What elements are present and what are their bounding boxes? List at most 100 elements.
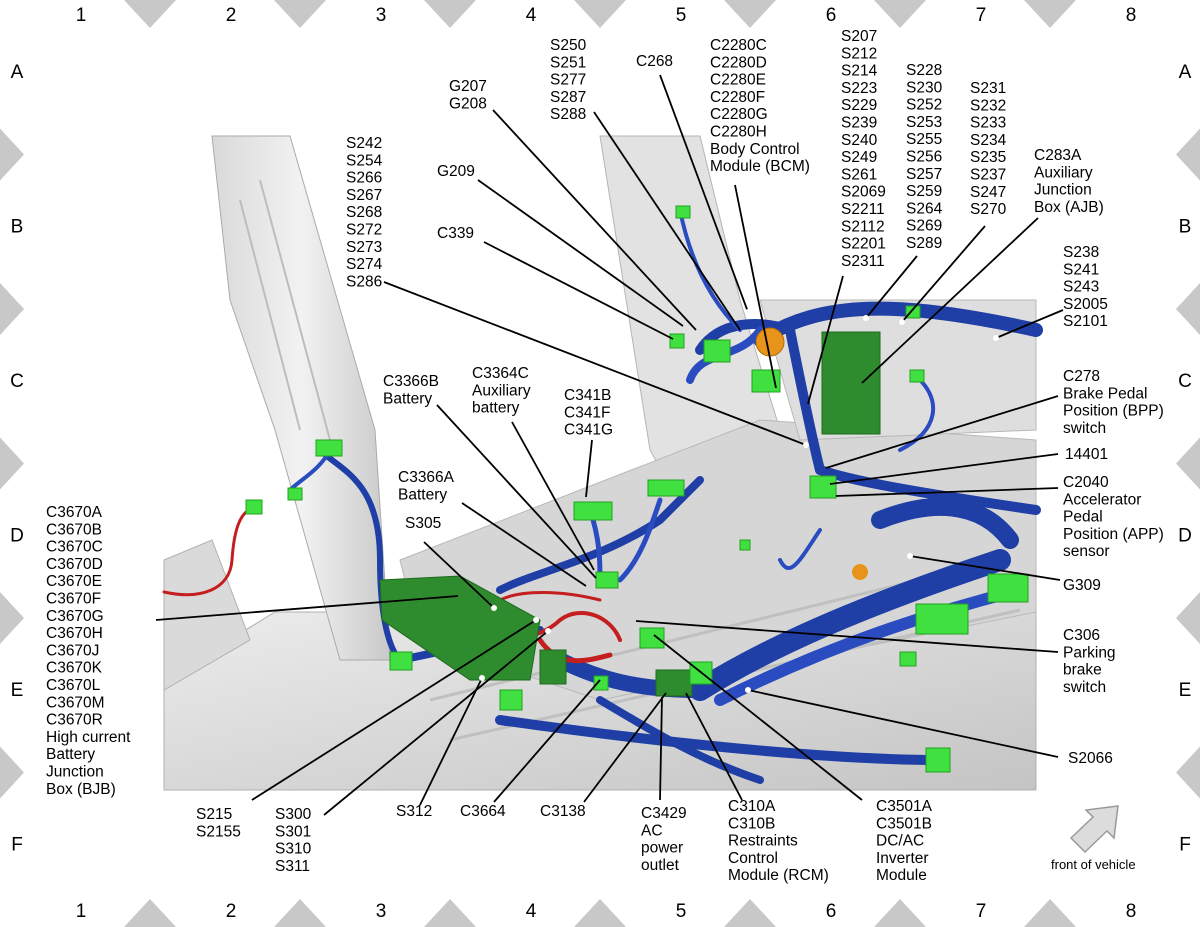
- callout-line: Junction: [1034, 182, 1092, 199]
- grid-divider-marker: [0, 437, 24, 490]
- callout-line: S266: [346, 170, 382, 187]
- callout-line: Junction: [46, 764, 104, 781]
- callout-s250-group: S250 S251 S277 S287 S288: [550, 37, 587, 123]
- callout-line: brake: [1063, 662, 1102, 679]
- callout-line: G209: [437, 163, 475, 180]
- callout-c3664: C3664: [460, 803, 506, 820]
- callout-line: Brake Pedal: [1063, 385, 1147, 402]
- callout-line: Module (RCM): [728, 867, 829, 884]
- callout-line: S287: [550, 89, 586, 106]
- grid-divider-marker: [574, 899, 626, 927]
- callout-c339: C339: [437, 225, 474, 242]
- callout-g209: G209: [437, 163, 475, 180]
- callout-line: C3670A: [46, 504, 103, 521]
- callout-line: G207: [449, 78, 487, 95]
- callout-s207-group: S207 S212 S214 S223 S229 S239 S240 S249 S261 S206…: [841, 28, 886, 270]
- callout-line: S249: [841, 149, 877, 166]
- callout-line: C2280G: [710, 106, 768, 123]
- callout-line: S255: [906, 131, 942, 148]
- grid-row-label: F: [1179, 835, 1191, 856]
- callout-line: S228: [906, 62, 942, 79]
- callout-g207-group: G207 G208: [449, 78, 487, 112]
- callout-line: C2280C: [710, 37, 767, 54]
- callout-line: S230: [906, 79, 943, 96]
- callout-line: S241: [1063, 261, 1099, 278]
- grid-divider-marker: [124, 0, 176, 28]
- callout-line: C3670G: [46, 608, 104, 625]
- callout-line: power: [641, 840, 683, 857]
- callout-line: C3664: [460, 803, 506, 820]
- callout-line: S2311: [841, 253, 885, 270]
- grid-column-label: 6: [826, 5, 837, 26]
- grid-divider-marker: [1176, 283, 1200, 335]
- callout-line: C310A: [728, 798, 776, 815]
- callout-line: C2280E: [710, 72, 766, 89]
- callout-line: S256: [906, 149, 942, 166]
- callout-line: S250: [550, 37, 587, 54]
- callout-line: S2112: [841, 218, 885, 235]
- callout-line: S233: [970, 115, 1006, 132]
- grid-divider-marker: [1176, 437, 1200, 490]
- callout-line: DC/AC: [876, 833, 924, 850]
- callout-line: Parking: [1063, 644, 1116, 661]
- callout-line: battery: [472, 400, 520, 417]
- callout-line: S300: [275, 806, 312, 823]
- callout-line: 14401: [1065, 446, 1108, 463]
- grid-divider-marker: [1176, 592, 1200, 644]
- callout-line: S235: [970, 149, 1006, 166]
- callout-line: S239: [841, 115, 877, 132]
- callout-line: S252: [906, 97, 942, 114]
- callout-line: C3429: [641, 805, 687, 822]
- callout-line: S312: [396, 803, 432, 820]
- callout-line: S223: [841, 80, 877, 97]
- callout-s215-group: S215 S2155: [196, 806, 241, 840]
- callout-line: Accelerator: [1063, 491, 1141, 508]
- callout-line: S259: [906, 183, 942, 200]
- grid-divider-marker: [424, 0, 476, 28]
- grid-divider-marker: [274, 899, 326, 927]
- callout-bcm-group: C2280C C2280D C2280E C2280F C2280G C2280H Body…: [710, 37, 810, 175]
- callout-s305: S305: [405, 515, 441, 532]
- callout-line: C341G: [564, 422, 613, 439]
- callout-line: C283A: [1034, 147, 1082, 164]
- callout-line: S289: [906, 235, 942, 252]
- grid-divider-marker: [724, 899, 776, 927]
- callout-line: S311: [275, 858, 310, 875]
- callout-line: G309: [1063, 577, 1101, 594]
- callout-line: S243: [1063, 279, 1099, 296]
- grid-column-label: 4: [526, 5, 537, 26]
- callout-line: C3670H: [46, 625, 103, 642]
- callout-line: S2005: [1063, 296, 1108, 313]
- front-of-vehicle-indicator: front of vehicle: [1051, 805, 1136, 872]
- callout-line: C3670M: [46, 694, 105, 711]
- callout-line: S274: [346, 256, 383, 273]
- grid-row-label: B: [11, 217, 24, 238]
- grid-column-label: 3: [376, 5, 387, 26]
- callout-line: C3670K: [46, 660, 103, 677]
- callout-line: Box (BJB): [46, 781, 116, 798]
- grid-row-label: C: [10, 371, 24, 392]
- callout-line: Battery: [398, 486, 447, 503]
- callout-s238-group: S238 S241 S243 S2005 S2101: [1063, 244, 1108, 330]
- callout-line: S251: [550, 54, 586, 71]
- callout-bjb-group: C3670A C3670B C3670C C3670D C3670E C3670F C367…: [46, 504, 131, 798]
- callout-c3366b-group: C3366B Battery: [383, 373, 439, 407]
- callout-line: G208: [449, 95, 487, 112]
- grid-divider-marker: [1024, 0, 1076, 28]
- callout-line: Battery: [46, 746, 95, 763]
- callout-line: S242: [346, 135, 382, 152]
- callout-c3364c-group: C3364C Auxiliary battery: [472, 365, 531, 417]
- callout-line: S253: [906, 114, 942, 131]
- callout-line: S215: [196, 806, 232, 823]
- callout-c3366a-group: C3366A Battery: [398, 469, 455, 503]
- callout-line: C3670L: [46, 677, 101, 694]
- grid-column-label: 5: [676, 901, 687, 922]
- callout-line: Body Control: [710, 141, 800, 158]
- grid-divider-marker: [0, 128, 24, 181]
- grid-divider-marker: [874, 0, 926, 28]
- grid-row-label: B: [1179, 217, 1192, 238]
- callout-line: C2280D: [710, 54, 767, 71]
- grid-divider-marker: [724, 0, 776, 28]
- callout-line: C3501A: [876, 798, 933, 815]
- callout-line: Module: [876, 867, 927, 884]
